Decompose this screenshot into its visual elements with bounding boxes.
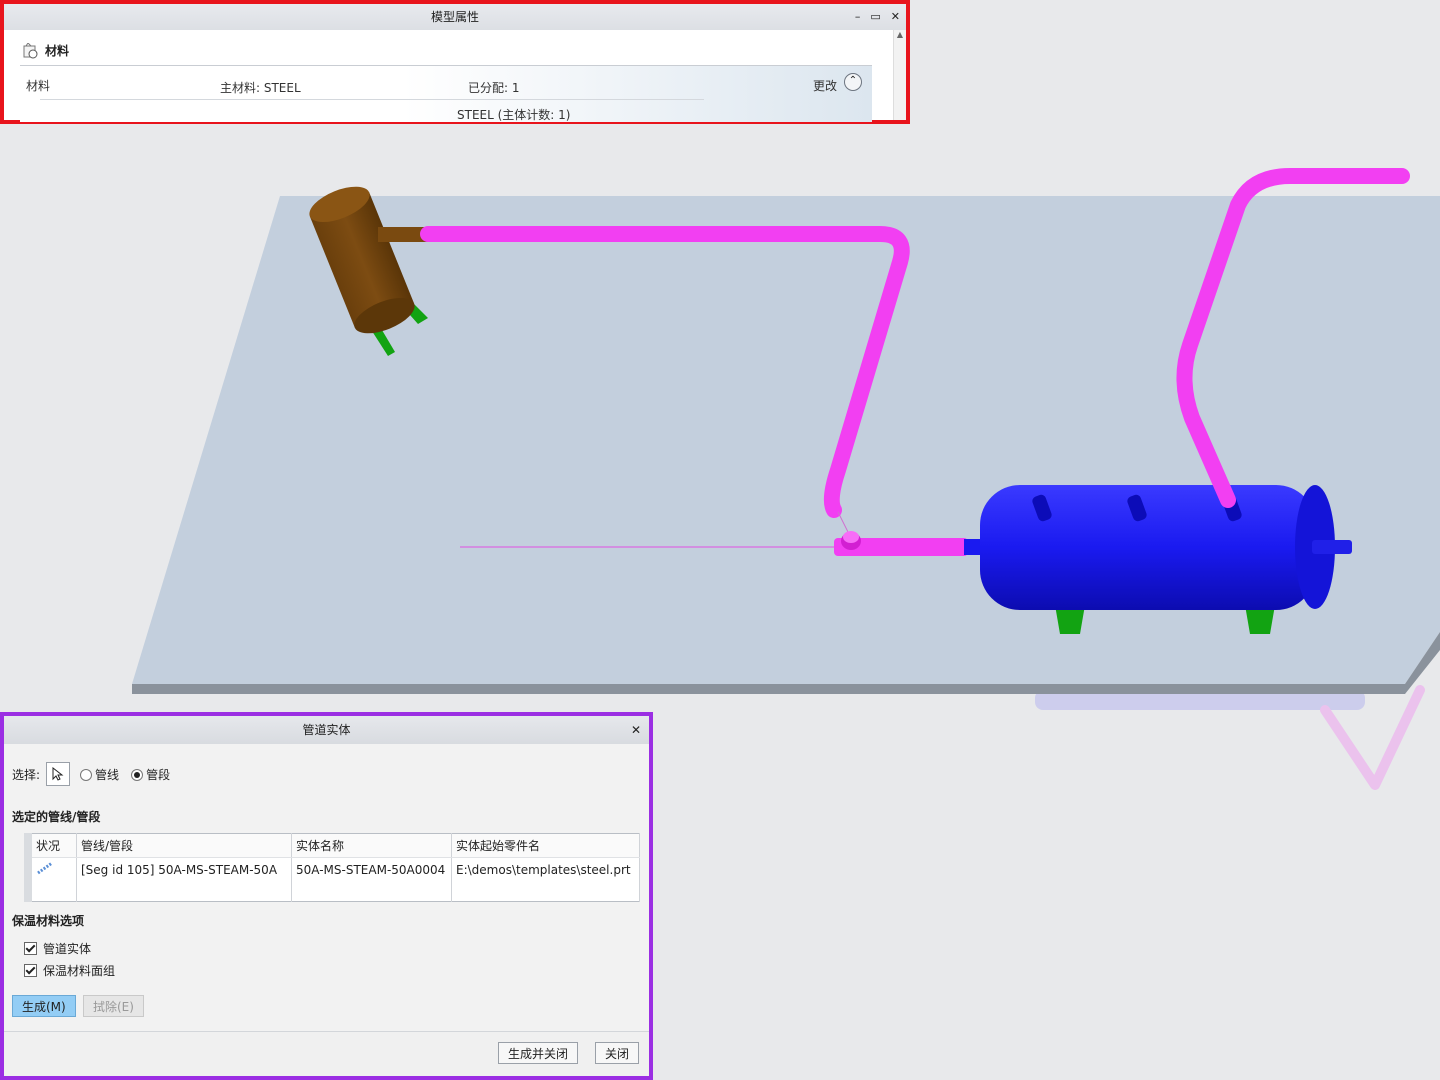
model-properties-dialog: 模型属性 – ▭ ✕ 材料 材料 主材料: STEEL 已分配: 1 更改 ⌃ …	[0, 0, 910, 124]
pipe-dialog-title: 管道实体	[302, 723, 351, 737]
pipe-titlebar: 管道实体 ✕	[4, 716, 649, 744]
material-row: 材料 主材料: STEEL 已分配: 1 更改 ⌃ STEEL (主体计数: 1…	[20, 66, 872, 122]
selected-section-label: 选定的管线/管段	[12, 810, 101, 824]
row-label: 材料	[26, 79, 51, 93]
row-inner-divider	[40, 99, 704, 100]
radio-segment[interactable]: 管段	[131, 766, 170, 783]
assigned-count: 已分配: 1	[468, 81, 520, 95]
table-row[interactable]: [Seg id 105] 50A-MS-STEAM-50A 50A-MS-STE…	[28, 857, 640, 881]
table-empty-row	[28, 881, 640, 902]
selection-row: 选择: 管线 管段	[12, 762, 170, 786]
selected-table: 状况 管线/管段 实体名称 实体起始零件名 [Seg id 105] 50A-M…	[24, 833, 640, 902]
close-button[interactable]: 关闭	[595, 1042, 640, 1064]
floor-plate	[132, 196, 1440, 694]
select-label: 选择:	[12, 767, 41, 782]
checkbox-pipe-solid-label: 管道实体	[43, 942, 92, 956]
section-title: 材料	[45, 44, 70, 58]
change-link[interactable]: 更改	[813, 77, 837, 94]
chevron-up-icon[interactable]: ⌃	[844, 73, 862, 91]
col-solid-name: 实体名称	[291, 833, 452, 858]
col-start-part: 实体起始零件名	[451, 833, 640, 858]
checkbox-checked-icon[interactable]	[24, 964, 37, 977]
generate-close-button[interactable]: 生成并关闭	[498, 1042, 579, 1064]
checkbox-pipe-solid[interactable]: 管道实体	[24, 940, 91, 957]
checkbox-insulation-label: 保温材料面组	[43, 964, 116, 978]
scroll-up-icon[interactable]: ▲	[894, 30, 906, 39]
generate-button[interactable]: 生成(M)	[12, 995, 76, 1017]
col-segment: 管线/管段	[76, 833, 292, 858]
close-button[interactable]: ✕	[891, 4, 900, 30]
materials-section-header: 材料	[22, 41, 70, 59]
material-icon	[22, 41, 39, 59]
start-part-cell: E:\demos\templates\steel.prt	[451, 857, 640, 881]
props-titlebar: 模型属性 – ▭ ✕	[4, 4, 906, 30]
segment-cell: [Seg id 105] 50A-MS-STEAM-50A	[76, 857, 292, 881]
col-status: 状况	[28, 833, 77, 858]
close-icon[interactable]: ✕	[631, 716, 641, 744]
pipe-solid-dialog: 管道实体 ✕ 选择: 管线 管段 选定的管线/管段 状况 管线/管段 实体名称 …	[0, 712, 653, 1080]
table-header: 状况 管线/管段 实体名称 实体起始零件名	[28, 833, 640, 858]
remove-button[interactable]: 拭除(E)	[83, 995, 144, 1017]
material-detail: STEEL (主体计数: 1)	[457, 108, 571, 122]
minimize-button[interactable]: –	[855, 4, 861, 30]
dialog-footer: 生成并关闭 关闭	[4, 1031, 649, 1076]
ghost-reflection	[1035, 685, 1425, 790]
pipe-solid-icon	[28, 857, 77, 881]
props-title: 模型属性	[430, 10, 479, 24]
radio-pipeline[interactable]: 管线	[80, 766, 119, 783]
checkbox-checked-icon[interactable]	[24, 942, 37, 955]
checkbox-insulation[interactable]: 保温材料面组	[24, 962, 115, 979]
props-scrollbar[interactable]: ▲	[893, 30, 906, 120]
maximize-button[interactable]: ▭	[870, 4, 880, 30]
solid-name-cell: 50A-MS-STEAM-50A0004	[291, 857, 452, 881]
main-material: 主材料: STEEL	[220, 81, 301, 95]
cursor-arrow-icon[interactable]	[46, 762, 71, 786]
insulation-section-label: 保温材料选项	[12, 914, 85, 928]
